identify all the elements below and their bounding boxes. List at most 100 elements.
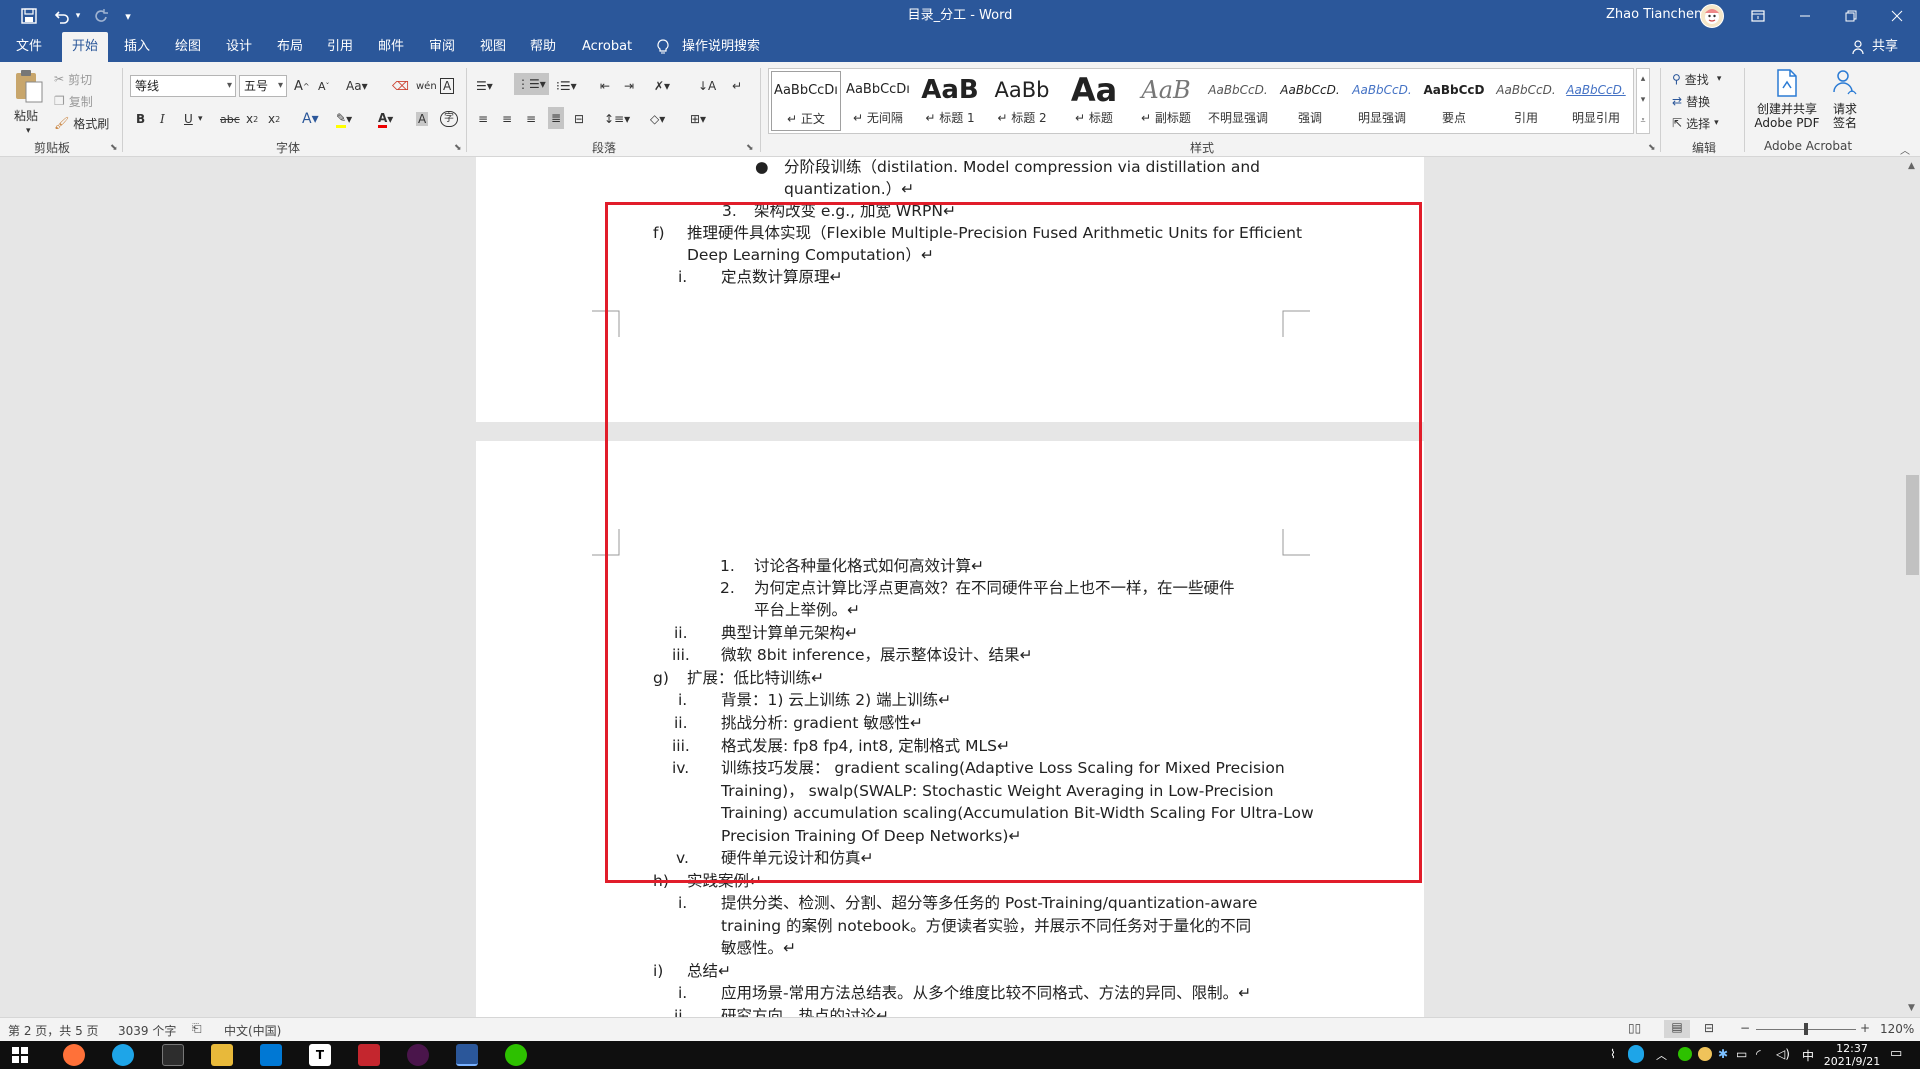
- decrease-indent-icon[interactable]: ⇤: [600, 75, 610, 97]
- underline-icon[interactable]: U: [184, 108, 193, 130]
- share-person-icon[interactable]: [1852, 39, 1866, 58]
- grow-font-icon[interactable]: A ^: [294, 75, 310, 97]
- tab-view[interactable]: 视图: [474, 32, 512, 62]
- slack-icon[interactable]: [407, 1044, 429, 1066]
- style-heading-1[interactable]: AaB ↵ 标题 1: [915, 71, 985, 131]
- bullets-icon[interactable]: ☰▾: [476, 75, 493, 97]
- align-right-icon[interactable]: ≡: [526, 108, 536, 130]
- multilevel-list-icon[interactable]: ⁝☰▾: [556, 75, 577, 97]
- highlight-icon[interactable]: ✎ ▾: [336, 108, 352, 130]
- tab-review[interactable]: 审阅: [423, 32, 461, 62]
- firefox-icon[interactable]: [63, 1044, 85, 1066]
- tab-acrobat[interactable]: Acrobat: [576, 32, 638, 62]
- undo-dropdown-icon[interactable]: ▾: [72, 0, 84, 32]
- proofing-icon[interactable]: ⎗: [192, 1021, 202, 1036]
- zoom-level[interactable]: 120%: [1880, 1022, 1914, 1036]
- line-spacing-icon[interactable]: ↕≡▾: [604, 108, 630, 130]
- font-size-select[interactable]: 五号: [239, 75, 287, 97]
- file-explorer-icon[interactable]: [211, 1044, 233, 1066]
- avatar[interactable]: [1700, 4, 1724, 28]
- tray-battery-icon[interactable]: ▭: [1736, 1047, 1747, 1061]
- tray-clock[interactable]: 12:37 2021/9/21: [1822, 1042, 1882, 1068]
- char-border-icon[interactable]: A: [440, 75, 455, 97]
- create-share-pdf-button[interactable]: 创建并共享 Adobe PDF: [1752, 102, 1822, 130]
- redo-icon[interactable]: [88, 0, 114, 32]
- close-icon[interactable]: [1874, 0, 1920, 32]
- print-layout-icon[interactable]: ▤: [1664, 1020, 1690, 1038]
- format-painter-button[interactable]: 🖌 格式刷: [54, 112, 109, 134]
- font-launcher-icon[interactable]: ⬊: [454, 143, 462, 153]
- customize-icon[interactable]: ▾: [118, 0, 138, 32]
- style-no-spacing[interactable]: AaBbCcDı ↵ 无间隔: [843, 71, 913, 131]
- paste-icon[interactable]: [12, 68, 48, 108]
- select-button[interactable]: ⇱ 选择 ▾: [1672, 112, 1719, 134]
- style-heading-2[interactable]: AaBb ↵ 标题 2: [987, 71, 1057, 131]
- tab-references[interactable]: 引用: [321, 32, 359, 62]
- change-case-icon[interactable]: Aa▾: [346, 75, 368, 97]
- copy-button[interactable]: ❐ 复制: [54, 90, 93, 112]
- tray-pen-icon[interactable]: ⌇: [1610, 1047, 1616, 1061]
- chinese-layout-icon[interactable]: ✗▾: [654, 75, 670, 97]
- minimize-icon[interactable]: [1782, 0, 1828, 32]
- borders-icon[interactable]: ⊞▾: [690, 108, 706, 130]
- style-normal[interactable]: AaBbCcDı ↵ 正文: [771, 71, 841, 131]
- restore-icon[interactable]: [1828, 0, 1874, 32]
- wifi-icon[interactable]: ◜: [1756, 1047, 1761, 1061]
- replace-button[interactable]: ⇄ 替换: [1672, 90, 1710, 112]
- styles-scroll[interactable]: ▴ ▾ ⩡: [1636, 68, 1650, 134]
- acrobat-icon[interactable]: [358, 1044, 380, 1066]
- save-icon[interactable]: [14, 0, 44, 32]
- style-intense-quote[interactable]: AaBbCcD. 明显引用: [1561, 71, 1631, 131]
- tab-home[interactable]: 开始: [62, 32, 109, 62]
- superscript-icon[interactable]: x2: [268, 108, 280, 130]
- share-button[interactable]: 共享: [1866, 32, 1904, 62]
- tray-chevron-icon[interactable]: ︿: [1656, 1047, 1667, 1063]
- font-family-select[interactable]: 等线: [130, 75, 236, 97]
- italic-icon[interactable]: I: [160, 108, 165, 130]
- sort-icon[interactable]: ↓A: [698, 75, 716, 97]
- underline-dropdown-icon[interactable]: ▾: [198, 108, 203, 130]
- distributed-icon[interactable]: ⊟: [574, 108, 584, 130]
- paste-dropdown-icon[interactable]: ▾: [26, 120, 31, 142]
- tab-file[interactable]: 文件: [10, 32, 48, 62]
- align-left-icon[interactable]: ≡: [478, 108, 488, 130]
- clear-formatting-icon[interactable]: ⌫: [392, 75, 409, 97]
- styles-launcher-icon[interactable]: ⬊: [1648, 143, 1656, 153]
- scrollbar-thumb[interactable]: [1906, 475, 1919, 575]
- tell-me-search[interactable]: 操作说明搜索: [676, 32, 766, 62]
- create-pdf-icon[interactable]: [1774, 68, 1800, 101]
- bold-icon[interactable]: B: [136, 108, 145, 130]
- ribbon-display-options-icon[interactable]: [1742, 0, 1774, 32]
- tray-avatar-icon[interactable]: [1698, 1047, 1712, 1061]
- find-button[interactable]: ⚲ 查找 ▾: [1672, 68, 1721, 90]
- collapse-ribbon-icon[interactable]: ︿: [1900, 142, 1910, 157]
- tab-mailings[interactable]: 邮件: [372, 32, 410, 62]
- scroll-down-icon[interactable]: ▼: [1908, 1003, 1915, 1013]
- style-intense-emphasis[interactable]: AaBbCcD. 明显强调: [1347, 71, 1417, 131]
- input-method-icon[interactable]: 中: [1802, 1047, 1814, 1064]
- edge-icon[interactable]: [112, 1044, 134, 1066]
- tray-wechat-icon[interactable]: [1678, 1047, 1692, 1061]
- notifications-icon[interactable]: ▭: [1890, 1046, 1902, 1061]
- text-effects-icon[interactable]: A▾: [302, 108, 319, 130]
- typora-icon[interactable]: T: [309, 1044, 331, 1066]
- phonetic-guide-icon[interactable]: wén: [416, 75, 437, 97]
- cut-button[interactable]: ✂ 剪切: [54, 68, 92, 90]
- wechat-icon[interactable]: [505, 1044, 527, 1066]
- tab-draw[interactable]: 绘图: [169, 32, 207, 62]
- shading-icon[interactable]: ◇▾: [650, 108, 665, 130]
- justify-icon[interactable]: ≣: [548, 107, 565, 129]
- increase-indent-icon[interactable]: ⇥: [624, 75, 634, 97]
- zoom-in-icon[interactable]: +: [1860, 1021, 1870, 1035]
- style-subtle-emphasis[interactable]: AaBbCcD. 不明显强调: [1203, 71, 1273, 131]
- page-count[interactable]: 第 2 页，共 5 页: [8, 1022, 99, 1039]
- style-subtitle[interactable]: AaB ↵ 副标题: [1131, 71, 1201, 131]
- style-title[interactable]: Aa ↵ 标题: [1059, 71, 1129, 131]
- scroll-up-icon[interactable]: ▲: [1908, 161, 1915, 171]
- request-signature-icon[interactable]: [1830, 68, 1860, 101]
- paragraph-launcher-icon[interactable]: ⬊: [746, 143, 754, 153]
- user-name[interactable]: Zhao Tianchen: [1606, 0, 1702, 32]
- clipboard-launcher-icon[interactable]: ⬊: [110, 143, 118, 153]
- shrink-font-icon[interactable]: Aˇ: [318, 75, 330, 97]
- tab-help[interactable]: 帮助: [524, 32, 562, 62]
